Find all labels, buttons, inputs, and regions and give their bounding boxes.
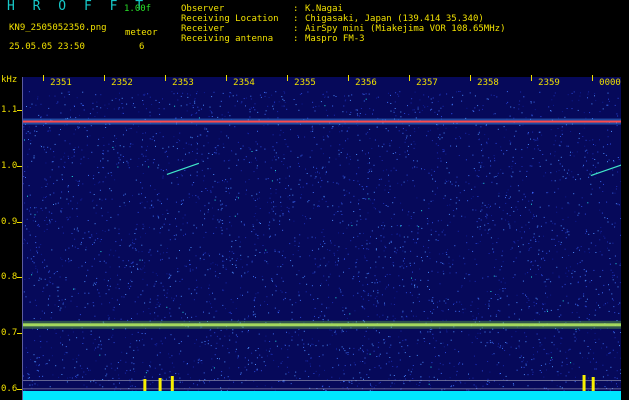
meteor-label: meteor [125, 28, 158, 38]
time-tick-mark [348, 75, 349, 81]
y-tick-label: 0.9 [1, 216, 18, 227]
info-value: Maspro FM-3 [305, 34, 365, 44]
date-time: 25.05.05 23:50 [9, 42, 85, 52]
time-tick-label: 2357 [416, 78, 438, 88]
burst-mark [170, 376, 174, 391]
y-axis-unit: kHz [1, 75, 18, 85]
info-value: K.Nagai [305, 4, 343, 14]
time-tick-mark [409, 75, 410, 81]
app-version: 1.00f [124, 4, 152, 14]
burst-mark [591, 377, 595, 391]
time-tick-label: 2353 [172, 78, 194, 88]
time-tick-label: 2359 [538, 78, 560, 88]
time-tick-mark [531, 75, 532, 81]
station-info: Observer: K.Nagai Receiving Location: Chig… [181, 4, 505, 44]
info-value: Chigasaki, Japan (139.414 35.340) [305, 14, 484, 24]
time-tick-label: 0000 [599, 78, 621, 88]
y-tick-label: 1.1 [1, 105, 18, 116]
burst-mark [143, 379, 147, 391]
time-tick-label: 2355 [294, 78, 316, 88]
time-tick-mark [470, 75, 471, 81]
info-key: Receiving antenna [181, 34, 274, 44]
spectrogram-plot: 2351 2352 2353 2354 2355 2356 2357 2358 2359 0000 [22, 75, 621, 400]
burst-mark [582, 375, 586, 391]
y-tick-label: 0.6 [1, 383, 18, 394]
info-value: AirSpy mini (Miakejima VOR 108.65MHz) [305, 24, 506, 34]
info-row-antenna: Receiving antenna: Maspro FM-3 [181, 34, 365, 44]
time-tick-label: 2354 [233, 78, 255, 88]
time-tick-mark [287, 75, 288, 81]
time-tick-mark [226, 75, 227, 81]
time-tick-mark [165, 75, 166, 81]
y-tick-label: 0.8 [1, 272, 18, 283]
y-tick-label: 0.7 [1, 328, 18, 339]
time-tick-label: 2351 [50, 78, 72, 88]
info-key: Observer [181, 4, 225, 14]
time-tick-label: 2358 [477, 78, 499, 88]
carrier-line [23, 120, 621, 123]
time-tick-mark [104, 75, 105, 81]
info-row-receiver: Receiver: AirSpy mini (Miakejima VOR 108.… [181, 24, 506, 34]
spectrogram-canvas [23, 91, 621, 400]
file-name: KN9_2505052350.png [9, 23, 107, 33]
noise-layer [23, 91, 621, 400]
info-key: Receiving Location [181, 14, 279, 24]
meteor-count: 6 [139, 42, 145, 52]
meteor-trace [166, 162, 200, 176]
header-panel: H R O F F T 1.00f KN9_2505052350.png 25.… [0, 0, 629, 76]
meteor-trace [590, 164, 621, 177]
time-tick-label: 2356 [355, 78, 377, 88]
band-line [23, 323, 621, 327]
baseline-strip [23, 391, 621, 400]
time-tick-label: 2352 [111, 78, 133, 88]
info-row-location: Receiving Location: Chigasaki, Japan (139… [181, 14, 484, 24]
info-row-observer: Observer: K.Nagai [181, 4, 343, 14]
time-tick-mark [43, 75, 44, 81]
info-key: Receiver [181, 24, 225, 34]
time-axis: 2351 2352 2353 2354 2355 2356 2357 2358 2359 0000 [23, 75, 621, 91]
y-tick-label: 1.0 [1, 161, 18, 172]
time-tick-mark [592, 75, 593, 81]
burst-mark [158, 378, 162, 391]
